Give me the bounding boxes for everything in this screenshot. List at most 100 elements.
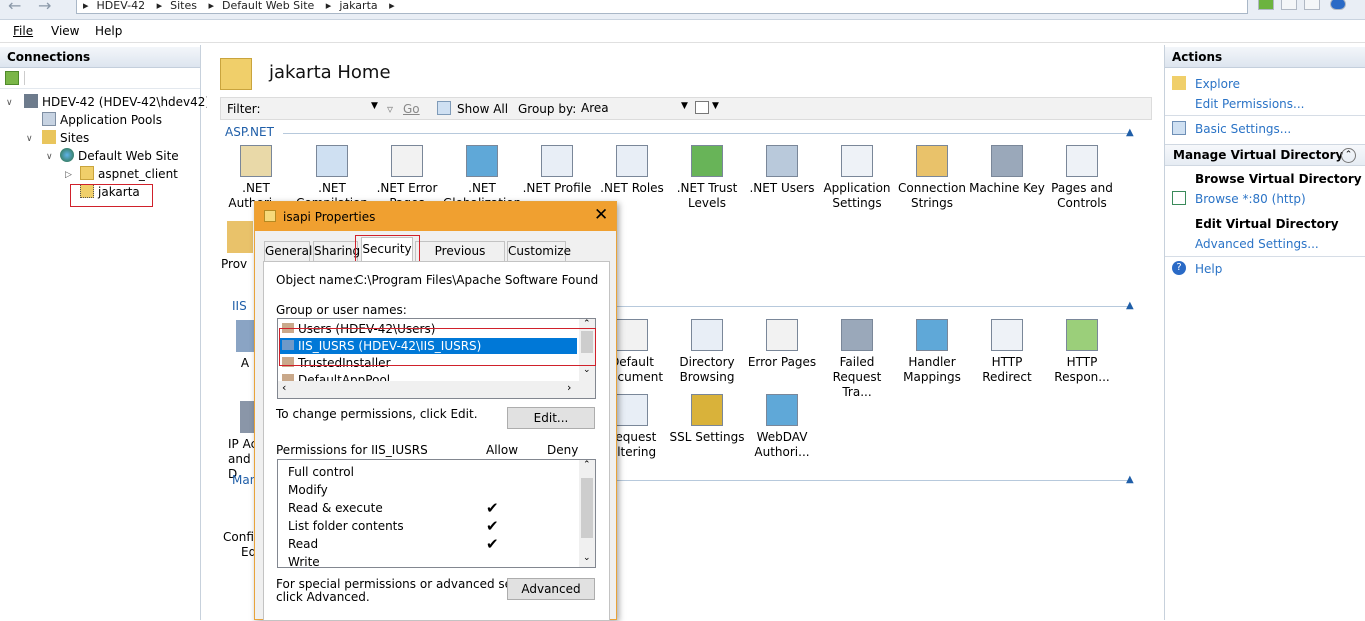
actions-title: Actions (1165, 47, 1365, 68)
filter-input[interactable] (261, 100, 386, 117)
back-arrow-icon[interactable]: ← (8, 0, 21, 15)
breadcrumb-jakarta[interactable]: jakarta (339, 0, 377, 12)
horizontal-scrollbar[interactable]: ‹ › (278, 381, 595, 398)
edit-button[interactable]: Edit... (507, 407, 595, 429)
expand-aspnet-client-icon[interactable]: ▷ (65, 170, 72, 180)
feature-label: .NET Error (376, 181, 438, 195)
go-icon[interactable]: ▿ (387, 102, 393, 116)
menu-view[interactable]: View (51, 24, 79, 38)
tree-app-pools[interactable]: Application Pools (42, 112, 162, 129)
feature-label: .NET (318, 181, 346, 195)
tab-previous-versions[interactable]: Previous Versions (415, 241, 505, 277)
permission-label: List folder contents (288, 519, 404, 533)
iis-feature-4[interactable]: Handler Mappings (893, 319, 971, 385)
scroll-up-icon[interactable]: ⌃ (583, 460, 591, 470)
group-by-select[interactable]: Area (579, 101, 697, 118)
object-name-value: C:\Program Files\Apache Software Foundat… (355, 273, 598, 287)
feature-label: WebDAV (756, 430, 808, 444)
aspnet-feature-5[interactable]: .NET Roles (593, 145, 671, 196)
app-pools-icon (42, 112, 56, 126)
collapse-sites-icon[interactable]: ∨ (26, 134, 33, 144)
iis-row2-feature-2[interactable]: WebDAV Authori... (743, 394, 821, 460)
help-icon: ? (1172, 261, 1186, 275)
permission-label: Read (288, 537, 319, 551)
iis-row2-feature-1[interactable]: SSL Settings (668, 394, 746, 445)
iis-feature-3[interactable]: Failed Request Tra... (818, 319, 896, 400)
group-dropdown-icon[interactable]: ▼ (681, 101, 688, 111)
show-all-button[interactable]: Show All (457, 102, 508, 116)
view-mode-icon[interactable] (695, 101, 709, 114)
collapse-default-site-icon[interactable]: ∨ (46, 152, 53, 162)
scroll-down-icon[interactable]: ⌄ (583, 365, 591, 375)
menu-help[interactable]: Help (95, 24, 122, 38)
basic-settings-link[interactable]: Basic Settings... (1195, 122, 1291, 136)
explore-link[interactable]: Explore (1195, 77, 1240, 91)
new-connection-icon[interactable] (5, 71, 19, 85)
feature-icon (466, 145, 498, 177)
breadcrumb-server[interactable]: HDEV-42 (97, 0, 146, 12)
address-field[interactable]: ▸ HDEV-42 ▸ Sites ▸ Default Web Site ▸ jakar… (76, 0, 1248, 14)
aspnet-feature-9[interactable]: Connection Strings (893, 145, 971, 211)
breadcrumb-sep-icon: ▸ (208, 0, 214, 12)
permissions-list: Full control Modify Read & execute ✔ List fo… (277, 459, 596, 568)
collapse-management-icon[interactable]: ▲ (1126, 474, 1134, 485)
feature-label: Application (823, 181, 891, 195)
permissions-scrollbar[interactable]: ⌃ ⌄ (579, 460, 595, 567)
feature-label: Request Tra... (832, 370, 882, 399)
filter-dropdown-icon[interactable]: ▼ (371, 101, 378, 111)
forward-arrow-icon[interactable]: → (38, 0, 51, 15)
aspnet-feature-8[interactable]: Application Settings (818, 145, 896, 211)
scroll-down-icon[interactable]: ⌄ (583, 553, 591, 563)
feature-partial-a[interactable]: A (235, 320, 255, 371)
collapse-server-icon[interactable]: ∨ (6, 98, 13, 108)
providers-icon (227, 221, 253, 253)
feature-label: Error Pages (747, 355, 817, 369)
section-aspnet[interactable]: ASP.NET (225, 125, 274, 139)
edit-permissions-link[interactable]: Edit Permissions... (1195, 97, 1304, 111)
view-mode-dropdown-icon[interactable]: ▼ (712, 101, 719, 111)
tree-default-web-site[interactable]: Default Web Site (60, 148, 179, 165)
tab-general[interactable]: General (264, 241, 312, 262)
feature-label: Connection (898, 181, 966, 195)
iis-feature-5[interactable]: HTTP Redirect (968, 319, 1046, 385)
feature-providers[interactable]: Prov (221, 221, 257, 272)
aspnet-feature-7[interactable]: .NET Users (743, 145, 821, 196)
feature-label: .NET Trust (676, 181, 738, 195)
menu-file[interactable]: File (13, 24, 33, 38)
allow-header: Allow (486, 443, 519, 457)
stop-icon[interactable] (1281, 0, 1297, 10)
advanced-button[interactable]: Advanced (507, 578, 595, 600)
close-icon[interactable]: ✕ (594, 205, 608, 225)
help-link[interactable]: Help (1195, 262, 1222, 276)
aspnet-feature-10[interactable]: Machine Key (968, 145, 1046, 196)
refresh-icon[interactable] (1258, 0, 1274, 10)
collapse-iis-icon[interactable]: ▲ (1126, 300, 1134, 311)
permission-label: Read & execute (288, 501, 383, 515)
home-icon[interactable] (1304, 0, 1320, 10)
iis-feature-1[interactable]: Directory Browsing (668, 319, 746, 385)
aspnet-feature-11[interactable]: Pages and Controls (1043, 145, 1121, 211)
scroll-left-icon[interactable]: ‹ (282, 381, 286, 394)
collapse-manage-icon[interactable]: ⌃ (1341, 148, 1356, 163)
go-button[interactable]: Go (403, 102, 420, 116)
breadcrumb-sites[interactable]: Sites (170, 0, 197, 12)
tree-aspnet-client[interactable]: aspnet_client (80, 166, 178, 183)
tab-customize[interactable]: Customize (507, 241, 571, 262)
scroll-right-icon[interactable]: › (567, 381, 571, 394)
section-iis[interactable]: IIS (232, 299, 247, 313)
scroll-thumb[interactable] (581, 478, 593, 538)
tree-server[interactable]: HDEV-42 (HDEV-42\hdev42) (24, 94, 210, 111)
aspnet-feature-6[interactable]: .NET Trust Levels (668, 145, 746, 211)
permission-row: Write (288, 554, 320, 567)
tree-sites[interactable]: Sites (42, 130, 89, 147)
iis-feature-2[interactable]: Error Pages (743, 319, 821, 370)
feature-label: Strings (910, 196, 954, 210)
advanced-settings-link[interactable]: Advanced Settings... (1195, 237, 1319, 251)
iis-feature-6[interactable]: HTTP Respon... (1043, 319, 1121, 385)
tab-sharing[interactable]: Sharing (313, 241, 360, 262)
help-icon[interactable] (1330, 0, 1346, 10)
aspnet-feature-4[interactable]: .NET Profile (518, 145, 596, 196)
browse-80-link[interactable]: Browse *:80 (http) (1195, 192, 1306, 206)
breadcrumb-default-site[interactable]: Default Web Site (222, 0, 314, 12)
collapse-aspnet-icon[interactable]: ▲ (1126, 127, 1134, 138)
